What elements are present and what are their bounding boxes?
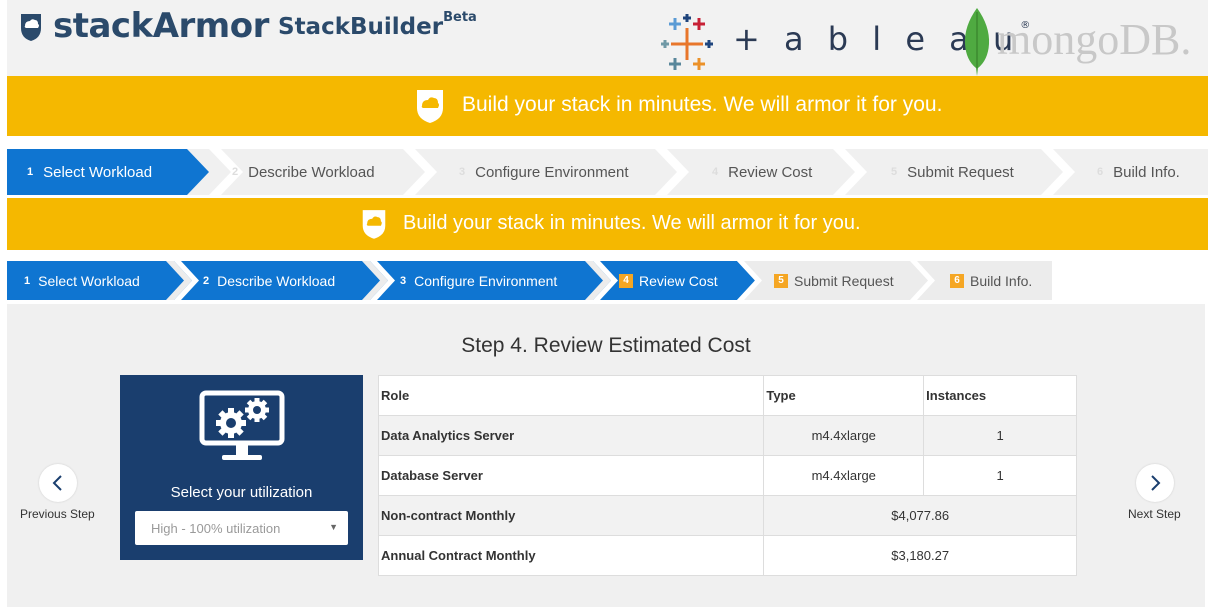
- wizard-top-step-submit-request[interactable]: 5 Submit Request: [891, 149, 1014, 195]
- role-cell: Database Server: [377, 455, 765, 496]
- caret-down-icon: ▼: [329, 522, 338, 532]
- shield-cloud-icon: [417, 90, 443, 123]
- main-panel: Step 4. Review Estimated Cost Previous S…: [7, 304, 1205, 607]
- next-step-button[interactable]: [1136, 464, 1174, 502]
- utilization-panel: Select your utilization High - 100% util…: [120, 375, 363, 560]
- type-cell: m4.4xlarge: [763, 455, 925, 496]
- instances-cell: 1: [923, 415, 1077, 456]
- mongodb-leaf-icon: [964, 8, 990, 76]
- column-header-type: Type: [763, 375, 925, 416]
- wizard-top-step-review-cost[interactable]: 4 Review Cost: [712, 149, 812, 195]
- table-header-row: Role Type Instances: [377, 375, 1077, 416]
- wizard-top-step-describe-workload[interactable]: 2 Describe Workload: [232, 149, 375, 195]
- total-label-cell: Non-contract Monthly: [377, 495, 765, 536]
- utilization-label: Select your utilization: [170, 484, 313, 501]
- tagline-banner: Build your stack in minutes. We will arm…: [7, 198, 1208, 250]
- page-title: Step 4. Review Estimated Cost: [461, 334, 751, 357]
- total-row: Non-contract Monthly $4,077.86: [377, 495, 1077, 536]
- chevron-left-icon: [52, 475, 62, 491]
- mongodb-logo-text: mongoDB.: [997, 15, 1192, 64]
- wizard-step-review-cost[interactable]: 4 Review Cost: [619, 261, 718, 300]
- step-number-badge: 5: [774, 273, 788, 288]
- monitor-gears-icon: [199, 390, 285, 460]
- type-cell: m4.4xlarge: [763, 415, 925, 456]
- column-header-instances: Instances: [923, 375, 1077, 416]
- wizard-top-step-select-workload[interactable]: 1 Select Workload: [27, 149, 152, 195]
- role-cell: Data Analytics Server: [377, 415, 765, 456]
- wizard-step-submit-request[interactable]: 5 Submit Request: [774, 261, 894, 300]
- table-row: Database Server m4.4xlarge 1: [377, 455, 1077, 496]
- header: stackArmor StackBuilderBeta + a b l e a …: [7, 0, 1208, 76]
- brand-name: stackArmor: [53, 6, 269, 46]
- product-tag: Beta: [443, 10, 477, 26]
- shield-cloud-icon: [362, 210, 386, 239]
- page: stackArmor StackBuilderBeta + a b l e a …: [0, 0, 1208, 611]
- wizard-top-step-configure-environment[interactable]: 3 Configure Environment: [459, 149, 629, 195]
- shield-logo-icon: [21, 14, 41, 41]
- instances-cell: 1: [923, 455, 1077, 496]
- wizard-steps: 1 Select Workload 2 Describe Workload 3 Con…: [7, 261, 1052, 300]
- tagline-banner-top: Build your stack in minutes. We will arm…: [7, 76, 1208, 136]
- chevron-right-icon: [1151, 475, 1161, 491]
- wizard-step-build-info[interactable]: 6 Build Info.: [950, 261, 1032, 300]
- tableau-cross-icon: [661, 14, 713, 70]
- total-label-cell: Annual Contract Monthly: [377, 535, 765, 576]
- cost-table: Role Type Instances Data Analytics Serve…: [377, 375, 1077, 576]
- step-number-badge: 4: [619, 273, 633, 288]
- wizard-step-select-workload[interactable]: 1 Select Workload: [24, 261, 140, 300]
- table-row: Data Analytics Server m4.4xlarge 1: [377, 415, 1077, 456]
- utilization-select[interactable]: High - 100% utilization ▼: [135, 511, 348, 545]
- wizard-step-describe-workload[interactable]: 2 Describe Workload: [203, 261, 335, 300]
- wizard-top-step-build-info[interactable]: 6 Build Info.: [1097, 149, 1180, 195]
- next-step-label[interactable]: Next Step: [1128, 507, 1181, 521]
- product-name: StackBuilderBeta: [278, 10, 477, 40]
- tagline-text: Build your stack in minutes. We will arm…: [403, 212, 861, 234]
- previous-step-label[interactable]: Previous Step: [20, 507, 95, 521]
- total-row: Annual Contract Monthly $3,180.27: [377, 535, 1077, 576]
- previous-step-button[interactable]: [39, 464, 77, 502]
- total-value-cell: $3,180.27: [763, 535, 1077, 576]
- column-header-role: Role: [377, 375, 765, 416]
- wizard-step-configure-environment[interactable]: 3 Configure Environment: [400, 261, 557, 300]
- wizard-steps-top: 1 Select Workload 2 Describe Workload 3 Con…: [7, 149, 1208, 195]
- utilization-selected-value: High - 100% utilization: [151, 521, 281, 536]
- step-number-badge: 6: [950, 273, 964, 288]
- tagline-text: Build your stack in minutes. We will arm…: [462, 93, 943, 116]
- total-value-cell: $4,077.86: [763, 495, 1077, 536]
